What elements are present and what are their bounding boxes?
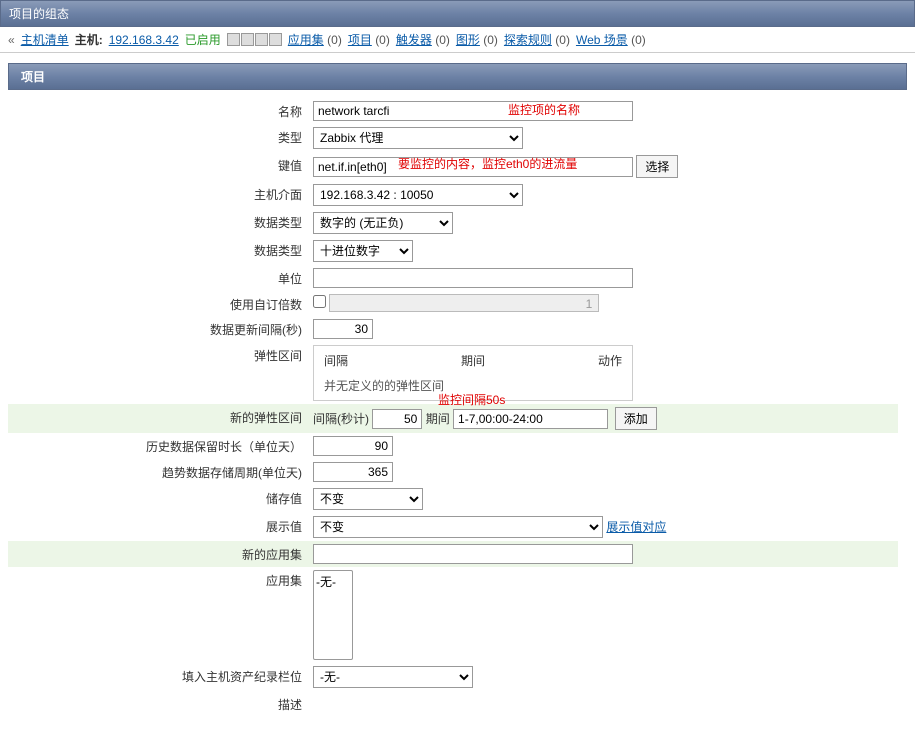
host-ip-link[interactable]: 192.168.3.42 bbox=[109, 33, 179, 47]
label-history: 历史数据保留时长（单位天） bbox=[8, 433, 308, 459]
store-select[interactable]: 不变 bbox=[313, 488, 423, 510]
status-enabled: 已启用 bbox=[185, 31, 221, 48]
data-type-select[interactable]: 数字的 (无正负) bbox=[313, 212, 453, 234]
breadcrumb: « 主机清单 主机: 192.168.3.42 已启用 应用集 (0) 项目 (… bbox=[0, 27, 915, 53]
section-header: 项目 bbox=[8, 63, 907, 90]
label-new-flex: 新的弹性区间 bbox=[8, 404, 308, 433]
unit-input[interactable] bbox=[313, 268, 633, 288]
indicator-icon bbox=[241, 33, 254, 46]
apps-listbox[interactable]: -无- bbox=[313, 570, 353, 660]
label-interface: 主机介面 bbox=[8, 181, 308, 209]
inventory-select[interactable]: -无- bbox=[313, 666, 473, 688]
nav-link-triggers[interactable]: 触发器 bbox=[396, 33, 432, 47]
indicator-icon bbox=[227, 33, 240, 46]
trends-input[interactable] bbox=[313, 462, 393, 482]
multiplier-value: 1 bbox=[329, 294, 599, 312]
nav-link-web[interactable]: Web 场景 bbox=[576, 33, 628, 47]
show-select[interactable]: 不变 bbox=[313, 516, 603, 538]
flex-intervals-box: 间隔 期间 动作 并无定义的的弹性区间 bbox=[313, 345, 633, 401]
new-flex-period-input[interactable] bbox=[453, 409, 608, 429]
interface-select[interactable]: 192.168.3.42 : 10050 bbox=[313, 184, 523, 206]
label-key: 键值 bbox=[8, 152, 308, 181]
col-action: 动作 bbox=[598, 352, 622, 369]
new-flex-interval-input[interactable] bbox=[372, 409, 422, 429]
nav-item: Web 场景 (0) bbox=[576, 31, 646, 48]
add-button[interactable]: 添加 bbox=[615, 407, 657, 430]
label-apps: 应用集 bbox=[8, 567, 308, 663]
label-show: 展示值 bbox=[8, 513, 308, 541]
label-trends: 趋势数据存储周期(单位天) bbox=[8, 459, 308, 485]
name-input[interactable] bbox=[313, 101, 633, 121]
nav-link-discovery[interactable]: 探索规则 bbox=[504, 33, 552, 47]
label-store: 储存值 bbox=[8, 485, 308, 513]
col-period: 期间 bbox=[461, 352, 485, 369]
back-link[interactable]: 主机清单 bbox=[21, 31, 69, 48]
indicator-icon bbox=[255, 33, 268, 46]
label-type: 类型 bbox=[8, 124, 308, 152]
label-new-app: 新的应用集 bbox=[8, 541, 308, 567]
label-flex-intervals: 弹性区间 bbox=[8, 342, 308, 404]
data-type2-select[interactable]: 十进位数字 bbox=[313, 240, 413, 262]
multiplier-checkbox[interactable] bbox=[313, 295, 326, 308]
label-update-interval: 数据更新间隔(秒) bbox=[8, 316, 308, 342]
update-interval-input[interactable] bbox=[313, 319, 373, 339]
nav-item: 应用集 (0) bbox=[288, 31, 342, 48]
label-name: 名称 bbox=[8, 98, 308, 124]
inline-label-interval: 间隔(秒计) bbox=[313, 412, 369, 426]
col-interval: 间隔 bbox=[324, 352, 348, 369]
label-data-type2: 数据类型 bbox=[8, 237, 308, 265]
key-select-button[interactable]: 选择 bbox=[636, 155, 678, 178]
host-indicator-icons bbox=[227, 33, 282, 46]
label-inventory: 填入主机资产纪录栏位 bbox=[8, 663, 308, 691]
host-label: 主机: bbox=[75, 31, 103, 48]
label-data-type: 数据类型 bbox=[8, 209, 308, 237]
nav-item: 触发器 (0) bbox=[396, 31, 450, 48]
show-value-mapping-link[interactable]: 展示值对应 bbox=[606, 520, 666, 534]
nav-link-apps[interactable]: 应用集 bbox=[288, 33, 324, 47]
label-unit: 单位 bbox=[8, 265, 308, 291]
back-arrow: « bbox=[8, 33, 15, 47]
indicator-icon bbox=[269, 33, 282, 46]
new-app-input[interactable] bbox=[313, 544, 633, 564]
nav-link-graphs[interactable]: 图形 bbox=[456, 33, 480, 47]
nav-item: 探索规则 (0) bbox=[504, 31, 570, 48]
inline-label-period: 期间 bbox=[426, 412, 450, 426]
label-multiplier: 使用自订倍数 bbox=[8, 291, 308, 316]
nav-item: 项目 (0) bbox=[348, 31, 390, 48]
history-input[interactable] bbox=[313, 436, 393, 456]
key-input[interactable] bbox=[313, 157, 633, 177]
label-description: 描述 bbox=[8, 691, 308, 716]
nav-item: 图形 (0) bbox=[456, 31, 498, 48]
flex-empty-text: 并无定义的的弹性区间 bbox=[324, 377, 622, 394]
type-select[interactable]: Zabbix 代理 bbox=[313, 127, 523, 149]
item-form: 名称 监控项的名称 类型 Zabbix 代理 键值 选择 要监控的内容，监控et… bbox=[8, 98, 898, 716]
nav-link-items[interactable]: 项目 bbox=[348, 33, 372, 47]
title-bar: 项目的组态 bbox=[0, 0, 915, 27]
